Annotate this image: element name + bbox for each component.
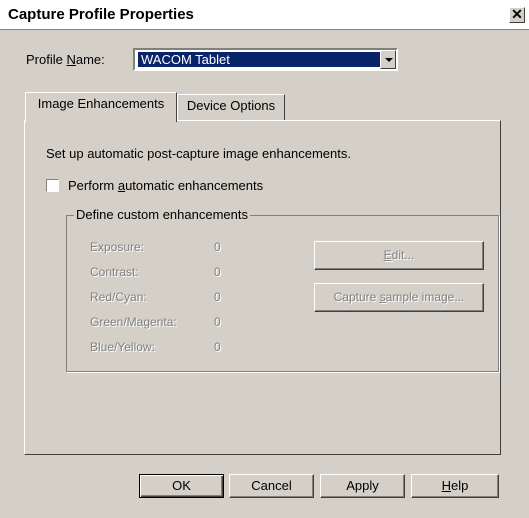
green-magenta-label: Green/Magenta: [90,315,177,329]
help-button[interactable]: Help [411,474,499,498]
apply-button[interactable]: Apply [320,474,405,498]
panel-description: Set up automatic post-capture image enha… [46,146,351,161]
green-magenta-value: 0 [214,315,221,329]
tab-image-enhancements[interactable]: Image Enhancements [25,92,177,122]
red-cyan-value: 0 [214,290,221,304]
capture-sample-image-button[interactable]: Capture sample image... [314,283,484,312]
exposure-label: Exposure: [90,240,145,254]
contrast-label: Contrast: [90,265,139,279]
close-icon: ✕ [511,6,523,22]
blue-yellow-label: Blue/Yellow: [90,340,155,354]
chevron-down-icon[interactable] [380,50,396,69]
profile-name-value: WACOM Tablet [138,52,380,67]
perform-automatic-enhancements-label[interactable]: Perform automatic enhancements [68,178,263,193]
close-button[interactable]: ✕ [509,7,525,23]
blue-yellow-value: 0 [214,340,221,354]
ok-button[interactable]: OK [139,474,224,498]
profile-name-label: Profile Name: [26,52,105,67]
perform-automatic-enhancements-checkbox[interactable] [46,179,59,192]
red-cyan-label: Red/Cyan: [90,290,147,304]
capture-profile-dialog: Capture Profile Properties ✕ Profile Nam… [0,0,529,518]
window-title: Capture Profile Properties [8,6,194,23]
edit-button[interactable]: Edit... [314,241,484,270]
cancel-button[interactable]: Cancel [229,474,314,498]
title-bar: Capture Profile Properties ✕ [0,0,529,30]
exposure-value: 0 [214,240,221,254]
tab-device-options[interactable]: Device Options [177,94,285,120]
profile-name-dropdown[interactable]: WACOM Tablet [133,48,398,71]
custom-enhancements-group-title: Define custom enhancements [74,207,250,222]
contrast-value: 0 [214,265,221,279]
